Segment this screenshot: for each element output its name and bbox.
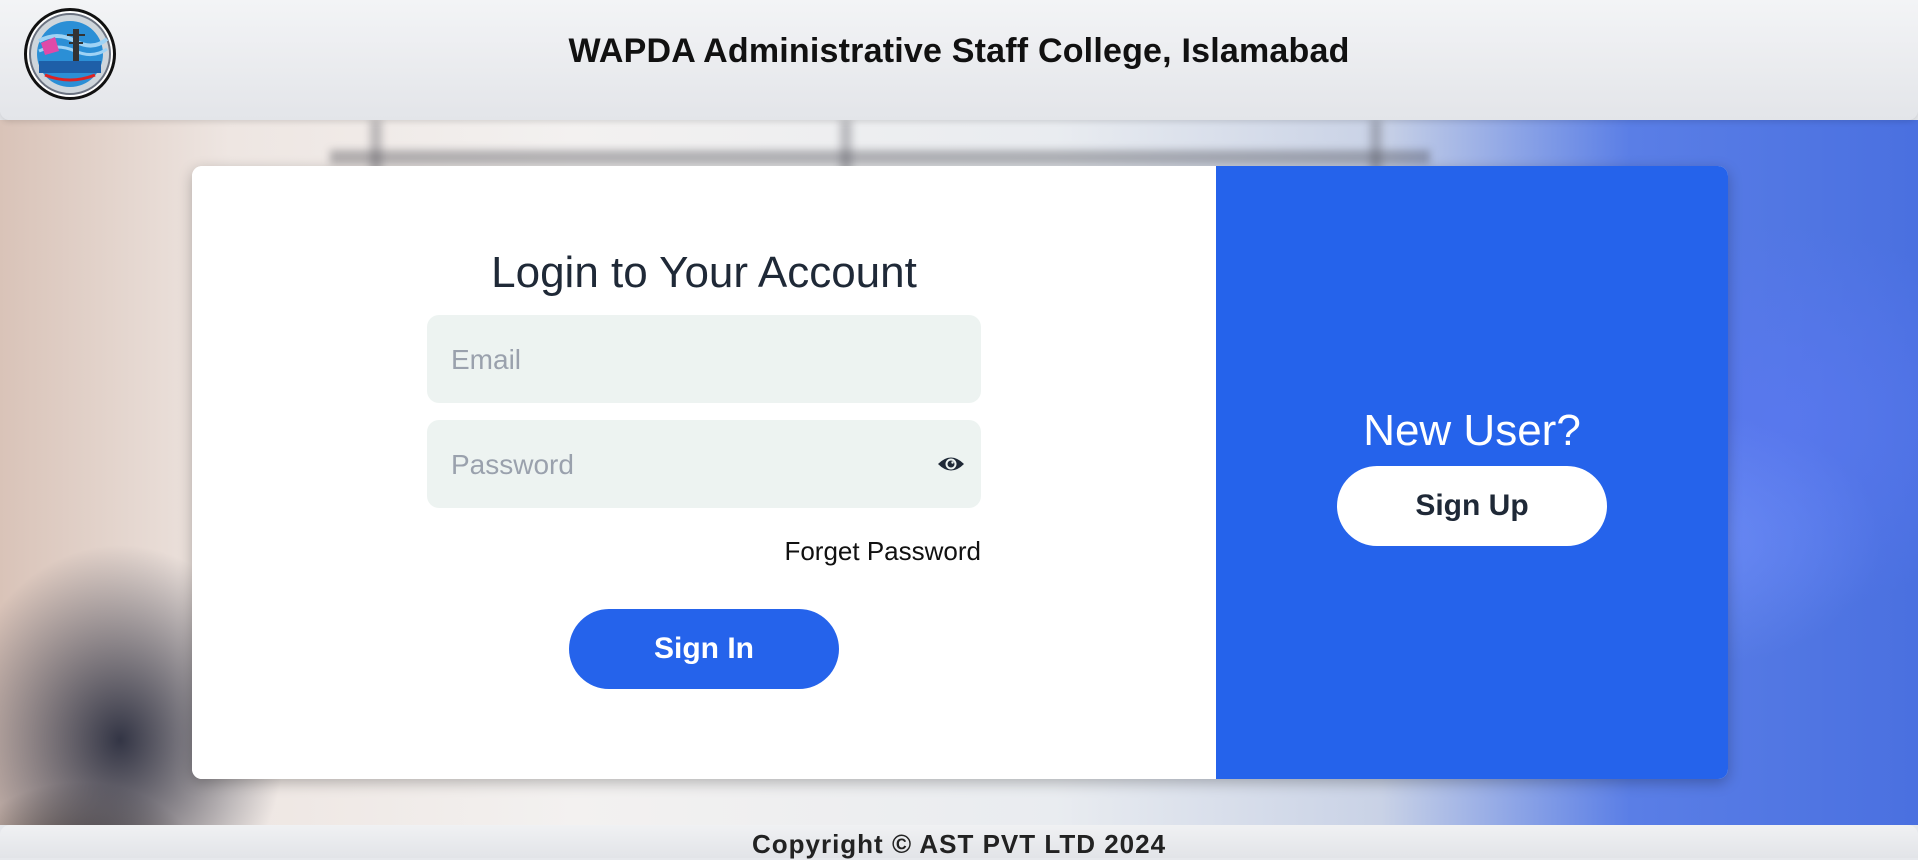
- copyright-text: Copyright © AST PVT LTD 2024: [751, 829, 1167, 859]
- new-user-heading: New User?: [1363, 406, 1581, 455]
- sign-up-button[interactable]: Sign Up: [1337, 466, 1607, 546]
- login-card: Login to Your Account Forget Password Si…: [192, 166, 1728, 779]
- email-input[interactable]: [449, 315, 933, 405]
- email-field-wrapper: [427, 315, 981, 405]
- password-field-wrapper: [427, 420, 981, 510]
- login-panel: Login to Your Account Forget Password Si…: [192, 166, 1216, 779]
- signup-panel: New User? Sign Up: [1216, 166, 1728, 779]
- password-input[interactable]: [449, 420, 933, 510]
- sign-in-button[interactable]: Sign In: [569, 609, 839, 689]
- page-title: WAPDA Administrative Staff College, Isla…: [568, 32, 1350, 70]
- forget-password-link[interactable]: Forget Password: [427, 536, 981, 567]
- eye-icon[interactable]: [937, 451, 965, 477]
- login-heading: Login to Your Account: [491, 248, 917, 297]
- site-footer: Copyright © AST PVT LTD 2024: [0, 825, 1918, 859]
- site-header: WAPDA Administrative Staff College, Isla…: [0, 0, 1918, 120]
